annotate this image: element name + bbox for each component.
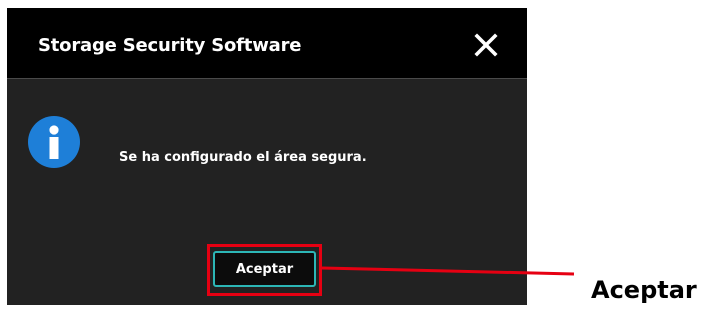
message-dialog: Storage Security Software Se ha configur… <box>7 8 527 305</box>
dialog-message: Se ha configurado el área segura. <box>119 150 367 165</box>
accept-button-label: Aceptar <box>235 261 294 277</box>
callout-label: Aceptar <box>591 276 697 304</box>
dialog-title: Storage Security Software <box>38 35 302 56</box>
accept-button[interactable]: Aceptar <box>213 251 316 287</box>
close-icon <box>474 33 498 57</box>
dialog-titlebar: Storage Security Software <box>7 8 527 79</box>
info-icon <box>28 116 80 168</box>
close-button[interactable] <box>473 32 499 58</box>
